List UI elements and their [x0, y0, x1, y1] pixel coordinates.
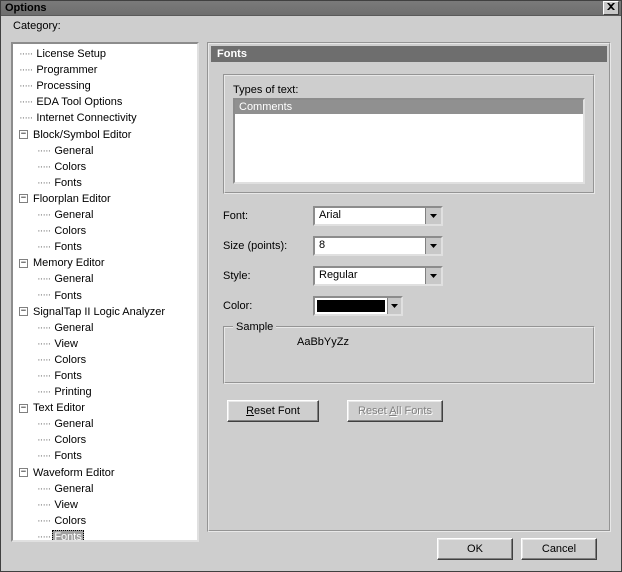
tree-item[interactable]: ·····Internet Connectivity	[15, 110, 197, 126]
style-label: Style:	[223, 270, 313, 282]
style-combo[interactable]: Regular	[313, 266, 443, 286]
chevron-down-icon	[387, 298, 401, 314]
reset-all-fonts-button: Reset All Fonts	[347, 400, 443, 422]
sample-text: AaBbYyZz	[225, 328, 593, 348]
types-item-comments[interactable]: Comments	[235, 100, 583, 114]
sample-legend: Sample	[233, 321, 276, 333]
sample-group: Sample AaBbYyZz	[223, 326, 595, 384]
size-value: 8	[315, 238, 425, 254]
tree-item[interactable]: ·····Colors	[15, 223, 197, 239]
tree-item[interactable]: ·····General	[15, 271, 197, 287]
tree-group[interactable]: −Floorplan Editor	[15, 191, 197, 207]
tree-item[interactable]: ·····Colors	[15, 432, 197, 448]
options-dialog: Options Category: ·····License Setup····…	[0, 0, 622, 572]
tree-item[interactable]: ·····Colors	[15, 159, 197, 175]
types-of-text-label: Types of text:	[233, 84, 585, 96]
size-label: Size (points):	[223, 240, 313, 252]
tree-item[interactable]: ·····Programmer	[15, 62, 197, 78]
color-swatch	[317, 300, 385, 312]
size-combo[interactable]: 8	[313, 236, 443, 256]
tree-item[interactable]: ·····Printing	[15, 384, 197, 400]
style-value: Regular	[315, 268, 425, 284]
collapse-icon[interactable]: −	[19, 307, 28, 316]
tree-item[interactable]: ·····Colors	[15, 352, 197, 368]
tree-item[interactable]: ·····General	[15, 320, 197, 336]
tree-group[interactable]: −SignalTap II Logic Analyzer	[15, 304, 197, 320]
tree-group[interactable]: −Block/Symbol Editor	[15, 126, 197, 142]
titlebar: Options	[1, 1, 621, 16]
close-button[interactable]	[603, 1, 619, 15]
window-title: Options	[5, 2, 47, 14]
tree-item[interactable]: ·····General	[15, 416, 197, 432]
tree-item[interactable]: ·····Fonts	[15, 239, 197, 255]
color-combo[interactable]	[313, 296, 403, 316]
font-value: Arial	[315, 208, 425, 224]
collapse-icon[interactable]: −	[19, 259, 28, 268]
ok-button[interactable]: OK	[437, 538, 513, 560]
collapse-icon[interactable]: −	[19, 130, 28, 139]
tree-item[interactable]: ·····Fonts	[15, 368, 197, 384]
reset-font-button[interactable]: Reset Font	[227, 400, 319, 422]
cancel-button[interactable]: Cancel	[521, 538, 597, 560]
font-label: Font:	[223, 210, 313, 222]
chevron-down-icon	[425, 238, 441, 254]
font-combo[interactable]: Arial	[313, 206, 443, 226]
tree-item[interactable]: ·····General	[15, 207, 197, 223]
tree-item[interactable]: ·····Fonts	[15, 529, 197, 542]
tree-item[interactable]: ·····EDA Tool Options	[15, 94, 197, 110]
tree-item[interactable]: ·····Fonts	[15, 448, 197, 464]
tree-item[interactable]: ·····Colors	[15, 513, 197, 529]
tree-item[interactable]: ·····Processing	[15, 78, 197, 94]
tree-item[interactable]: ·····View	[15, 497, 197, 513]
color-label: Color:	[223, 300, 313, 312]
panel-title: Fonts	[211, 46, 607, 62]
collapse-icon[interactable]: −	[19, 194, 28, 203]
tree-group[interactable]: −Memory Editor	[15, 255, 197, 271]
tree-item[interactable]: ·····View	[15, 336, 197, 352]
fonts-panel: Fonts Types of text: Comments Font: Aria…	[207, 42, 611, 532]
tree-group[interactable]: −Text Editor	[15, 400, 197, 416]
tree-item[interactable]: ·····Fonts	[15, 287, 197, 303]
collapse-icon[interactable]: −	[19, 404, 28, 413]
types-of-text-list[interactable]: Comments	[233, 98, 585, 184]
chevron-down-icon	[425, 208, 441, 224]
tree-item[interactable]: ·····General	[15, 481, 197, 497]
tree-item[interactable]: ·····Fonts	[15, 175, 197, 191]
tree-group[interactable]: −Waveform Editor	[15, 464, 197, 480]
collapse-icon[interactable]: −	[19, 468, 28, 477]
tree-item[interactable]: ·····License Setup	[15, 46, 197, 62]
category-tree[interactable]: ·····License Setup·····Programmer·····Pr…	[11, 42, 199, 542]
chevron-down-icon	[425, 268, 441, 284]
tree-item[interactable]: ·····General	[15, 143, 197, 159]
category-label: Category:	[13, 20, 61, 32]
